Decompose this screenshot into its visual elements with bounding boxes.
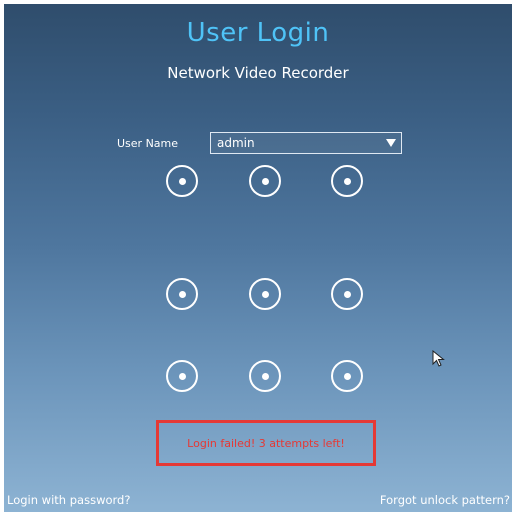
pattern-dot-5[interactable] xyxy=(249,278,281,310)
pattern-dot-1[interactable] xyxy=(166,165,198,197)
pattern-dot-6[interactable] xyxy=(331,278,363,310)
mouse-cursor-icon xyxy=(432,350,445,367)
login-error-box: Login failed! 3 attempts left! xyxy=(156,420,376,466)
user-name-dropdown[interactable]: admin xyxy=(210,132,402,154)
login-error-message: Login failed! 3 attempts left! xyxy=(187,436,345,450)
pattern-dot-7[interactable] xyxy=(166,360,198,392)
pattern-dot-3[interactable] xyxy=(331,165,363,197)
pattern-dot-4[interactable] xyxy=(166,278,198,310)
user-name-label: User Name xyxy=(117,137,179,150)
dropdown-arrow-icon[interactable] xyxy=(386,139,396,147)
pattern-dot-8[interactable] xyxy=(249,360,281,392)
forgot-unlock-pattern-link[interactable]: Forgot unlock pattern? xyxy=(380,493,510,507)
page-subtitle: Network Video Recorder xyxy=(167,64,349,82)
login-with-password-link[interactable]: Login with password? xyxy=(7,493,130,507)
login-screen: User Login Network Video Recorder User N… xyxy=(4,4,512,512)
page-title: User Login xyxy=(186,18,330,48)
user-name-value: admin xyxy=(217,136,255,150)
pattern-dot-2[interactable] xyxy=(249,165,281,197)
pattern-dot-9[interactable] xyxy=(331,360,363,392)
